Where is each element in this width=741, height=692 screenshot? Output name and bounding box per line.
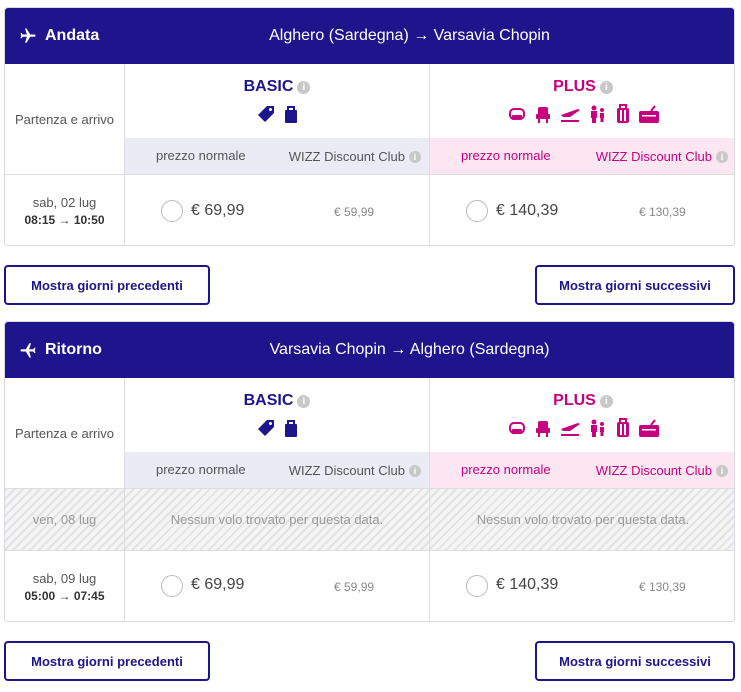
table-row: sab, 09 lug 05:00 → 07:45 € 69,99 € 59,9… <box>5 550 734 621</box>
plus-club-price: € 130,39 <box>639 205 686 219</box>
outbound-basic-name: BASIC <box>243 78 294 95</box>
plus-club-price: € 130,39 <box>639 580 686 594</box>
basic-price: € 69,99 <box>191 576 245 593</box>
info-icon[interactable]: i <box>409 150 421 163</box>
small-bag-icon <box>284 420 297 437</box>
return-basic-subhead: prezzo normale WIZZ Discount Club i <box>125 452 429 488</box>
basic-price: € 69,99 <box>191 202 245 219</box>
info-icon[interactable]: i <box>297 394 311 408</box>
basic-club-price: € 59,99 <box>334 580 375 594</box>
outbound-plus-name: PLUS <box>553 78 596 95</box>
family-icon <box>590 105 604 123</box>
flight-date: sab, 09 lug <box>32 570 97 586</box>
return-label-header: Partenza e arrivo <box>15 425 114 441</box>
return-header: Ritorno Varsavia Chopin → Alghero (Sarde… <box>5 322 734 378</box>
flight-date: ven, 08 lug <box>32 512 97 527</box>
tag-icon <box>257 106 274 122</box>
show-next-days-button[interactable]: Mostra giorni successivi <box>535 265 735 305</box>
outbound-plus-head: PLUS i <box>430 64 734 138</box>
flight-change-icon <box>560 109 580 122</box>
flight-times: 05:00 → 07:45 <box>24 588 105 603</box>
plus-fare-radio[interactable] <box>466 575 488 597</box>
seat-icon <box>508 422 525 434</box>
plus-price-cell[interactable]: € 140,39 € 130,39 <box>430 551 734 621</box>
info-icon[interactable]: i <box>716 464 728 477</box>
outbound-basic-club-label: WIZZ Discount Club <box>288 149 405 164</box>
checked-bag-icon <box>638 419 659 437</box>
outbound-basic-normal-label: prezzo normale <box>156 148 246 163</box>
outbound-header: Andata Alghero (Sardegna) → Varsavia Cho… <box>5 8 734 64</box>
basic-club-price: € 59,99 <box>334 205 375 219</box>
outbound-grid: Partenza e arrivo BASIC i prezzo normale … <box>5 64 734 174</box>
basic-fare-radio[interactable] <box>161 575 183 597</box>
family-icon <box>590 419 604 437</box>
return-grid: Partenza e arrivo BASIC i prezzo normale … <box>5 378 734 488</box>
table-row: sab, 02 lug 08:15 → 10:50 € 69,99 € 59,9… <box>5 174 734 245</box>
outbound-plus-subhead: prezzo normale WIZZ Discount Club i <box>430 138 734 174</box>
outbound-route: Alghero (Sardegna) → Varsavia Chopin <box>269 27 550 44</box>
info-icon[interactable]: i <box>599 394 613 408</box>
trolley-icon <box>616 418 629 437</box>
small-bag-icon <box>284 106 297 123</box>
show-previous-days-button[interactable]: Mostra giorni precedenti <box>4 641 210 681</box>
basic-fare-radio[interactable] <box>161 200 183 222</box>
return-basic-name: BASIC <box>243 392 294 409</box>
plus-price: € 140,39 <box>496 202 559 219</box>
plus-price-cell[interactable]: € 140,39 € 130,39 <box>430 175 734 245</box>
checked-bag-icon <box>638 105 659 123</box>
show-previous-days-button[interactable]: Mostra giorni precedenti <box>4 265 210 305</box>
plus-price: € 140,39 <box>496 576 559 593</box>
return-basic-column: BASIC i prezzo normale WIZZ Discount Club… <box>125 378 430 488</box>
show-next-days-button[interactable]: Mostra giorni successivi <box>535 641 735 681</box>
seat-selection-icon <box>535 107 550 123</box>
basic-price-cell[interactable]: € 69,99 € 59,99 <box>125 551 430 621</box>
outbound-plus-club-label: WIZZ Discount Club <box>595 149 712 164</box>
flight-date-cell: sab, 09 lug 05:00 → 07:45 <box>5 551 125 621</box>
outbound-basic-column: BASIC i prezzo normale WIZZ Discount Club… <box>125 64 430 174</box>
seat-selection-icon <box>535 421 550 437</box>
no-flight-message-plus: Nessun volo trovato per questa data. <box>476 512 690 527</box>
return-basic-head: BASIC i <box>125 378 429 452</box>
outbound-panel: Andata Alghero (Sardegna) → Varsavia Cho… <box>4 7 735 246</box>
info-icon[interactable]: i <box>409 464 421 477</box>
outbound-basic-subhead: prezzo normale WIZZ Discount Club i <box>125 138 429 174</box>
return-basic-club-label: WIZZ Discount Club <box>288 463 405 478</box>
outbound-label-header: Partenza e arrivo <box>15 111 114 127</box>
return-plus-subhead: prezzo normale WIZZ Discount Club i <box>430 452 734 488</box>
no-flight-message-basic: Nessun volo trovato per questa data. <box>125 489 430 550</box>
plus-fare-radio[interactable] <box>466 200 488 222</box>
trolley-icon <box>616 104 629 123</box>
return-plus-normal-label: prezzo normale <box>461 462 551 477</box>
return-plus-name: PLUS <box>553 392 596 409</box>
outbound-plus-column: PLUS i prezzo normale WIZZ Discount Club i <box>430 64 734 174</box>
return-basic-normal-label: prezzo normale <box>156 462 246 477</box>
flight-date-cell: ven, 08 lug <box>5 489 125 550</box>
info-icon[interactable]: i <box>599 80 613 94</box>
return-label-column: Partenza e arrivo <box>5 378 125 488</box>
seat-icon <box>508 108 525 120</box>
tag-icon <box>257 420 274 436</box>
outbound-basic-head: BASIC i <box>125 64 429 138</box>
flight-date: sab, 02 lug <box>32 194 97 210</box>
flight-date-cell: sab, 02 lug 08:15 → 10:50 <box>5 175 125 245</box>
info-icon[interactable]: i <box>716 150 728 163</box>
return-route: Varsavia Chopin → Alghero (Sardegna) <box>269 341 550 358</box>
return-plus-head: PLUS i <box>430 378 734 452</box>
outbound-plus-normal-label: prezzo normale <box>461 148 551 163</box>
return-plus-club-label: WIZZ Discount Club <box>595 463 712 478</box>
return-plus-column: PLUS i prezzo normale WIZZ Discount Club i <box>430 378 734 488</box>
table-row-no-flight: ven, 08 lug Nessun volo trovato per ques… <box>5 488 734 550</box>
flight-times: 08:15 → 10:50 <box>24 212 105 227</box>
basic-price-cell[interactable]: € 69,99 € 59,99 <box>125 175 430 245</box>
info-icon[interactable]: i <box>297 80 311 94</box>
flight-change-icon <box>560 423 580 436</box>
return-panel: Ritorno Varsavia Chopin → Alghero (Sarde… <box>4 321 735 622</box>
outbound-label-column: Partenza e arrivo <box>5 64 125 174</box>
